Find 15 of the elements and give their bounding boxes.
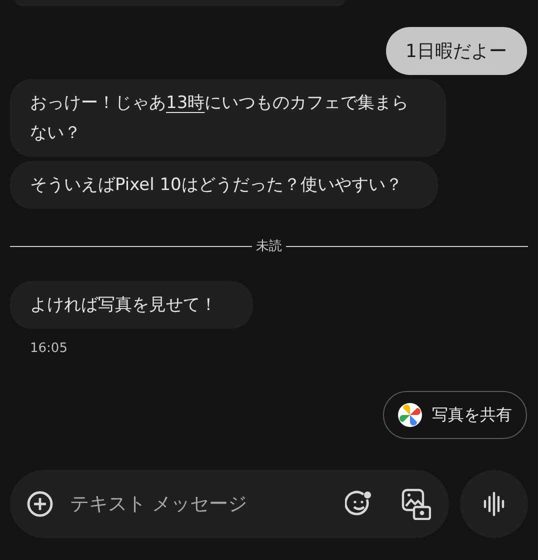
- time-link[interactable]: 13時: [166, 93, 205, 113]
- received-message: よければ写真を見せて！: [10, 280, 253, 328]
- message-field[interactable]: テキスト メッセージ: [70, 490, 345, 518]
- waveform-icon: [483, 491, 505, 517]
- pinwheel-icon: [398, 403, 422, 428]
- share-photos-chip[interactable]: 写真を共有: [383, 391, 527, 440]
- message-input-bar[interactable]: テキスト メッセージ: [10, 470, 449, 538]
- emoji-icon[interactable]: [345, 490, 373, 518]
- sent-message: 1日暇だよー: [386, 27, 527, 75]
- gallery-camera-icon[interactable]: [401, 488, 431, 520]
- received-message: そういえばPixel 10はどうだった？使いやすい？: [10, 161, 438, 209]
- add-icon[interactable]: [26, 490, 54, 518]
- message-time: 16:05: [30, 340, 68, 356]
- received-message: おっけー！じゃあ13時にいつものカフェで集まらない？: [10, 79, 446, 157]
- unread-divider-label: 未読: [256, 238, 282, 256]
